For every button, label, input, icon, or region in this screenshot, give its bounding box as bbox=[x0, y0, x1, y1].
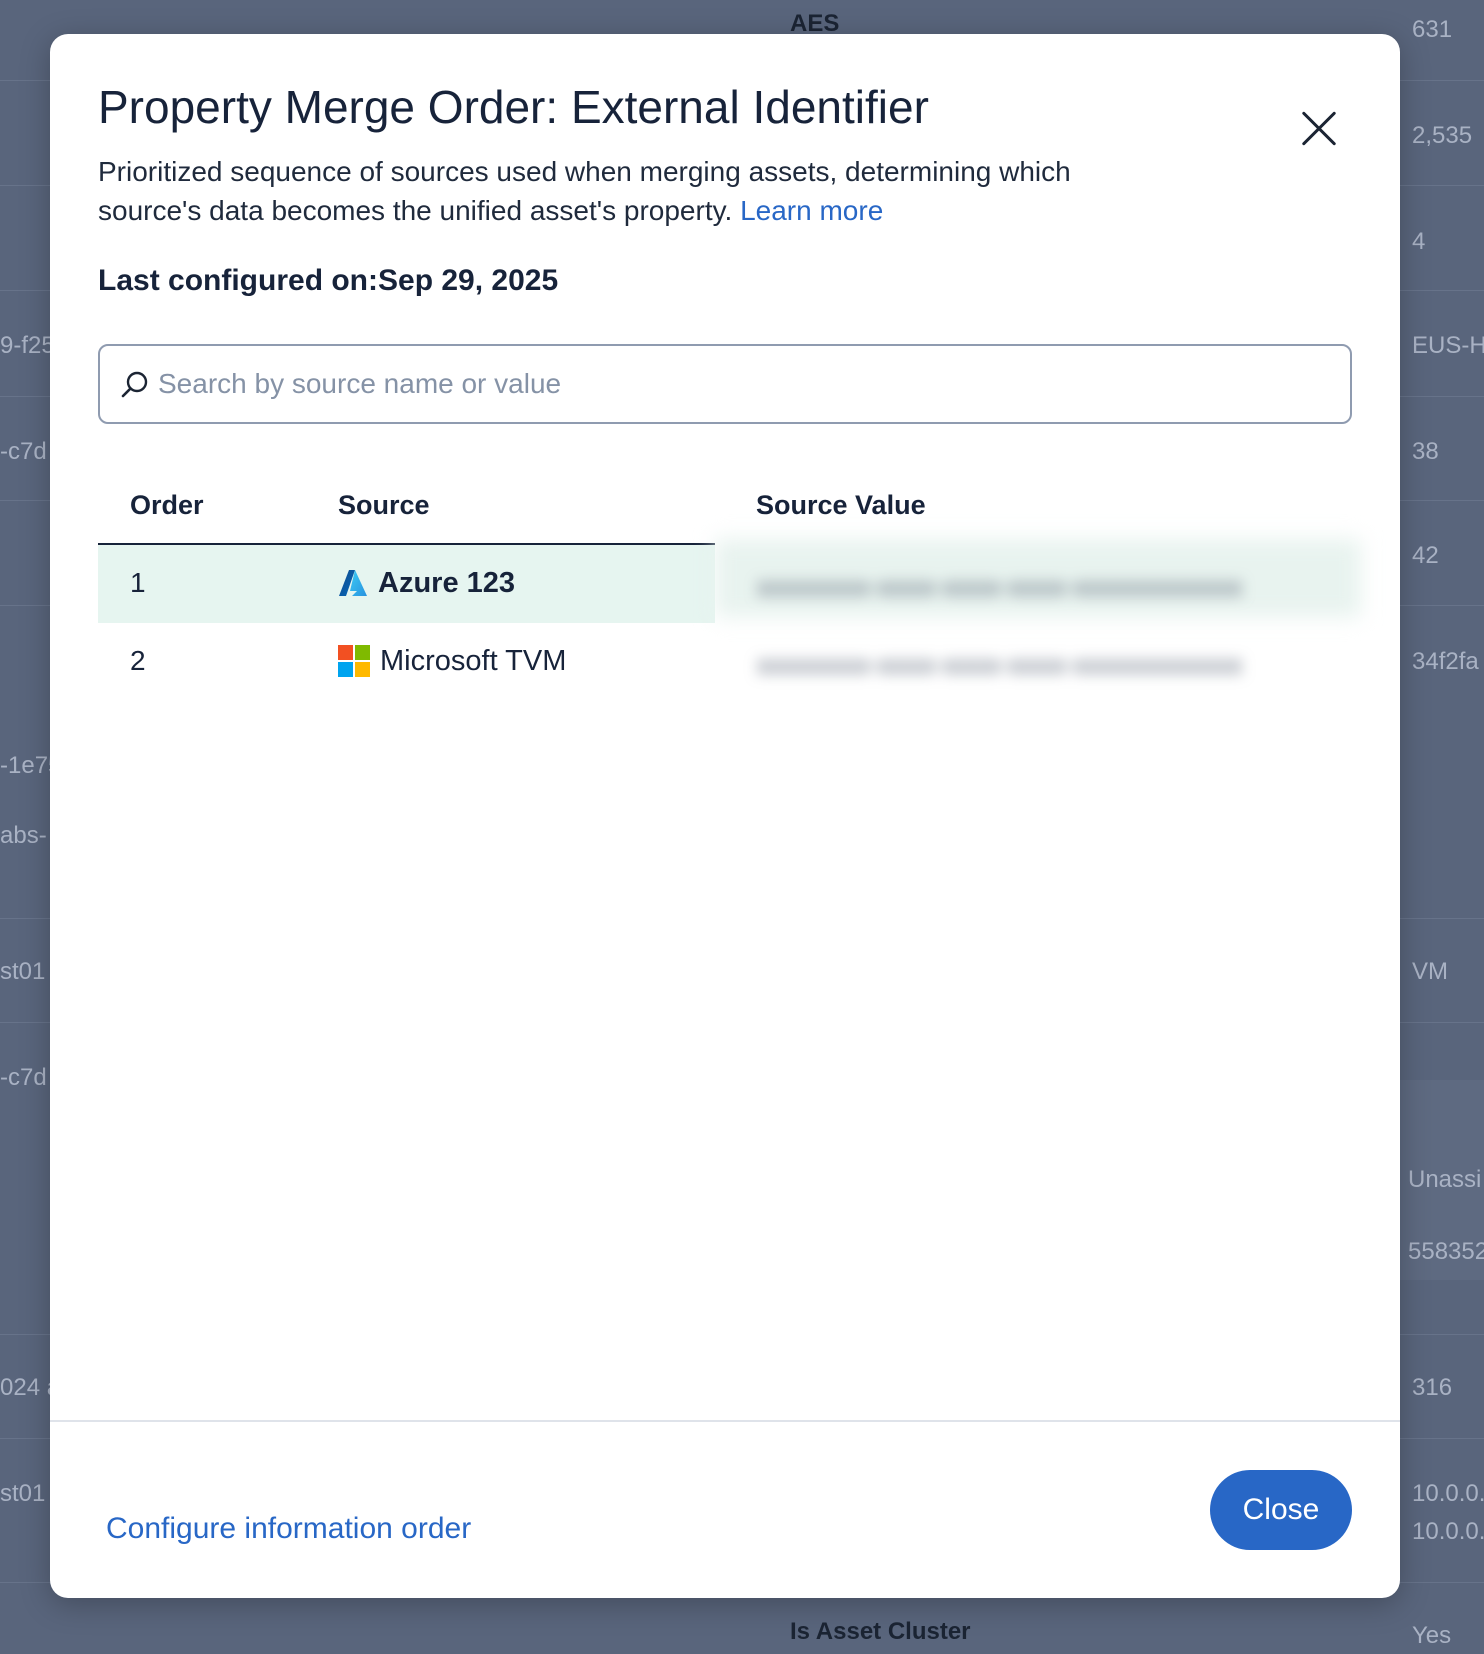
bg-cell: 38 bbox=[1412, 438, 1439, 465]
bg-cell: 4 bbox=[1412, 228, 1426, 255]
row-source: Microsoft TVM bbox=[338, 641, 566, 681]
row-value: xxxxxxxx-xxxx-xxxx-xxxx-xxxxxxxxxxxx bbox=[715, 623, 1361, 701]
row-value: xxxxxxxx-xxxx-xxxx-xxxx-xxxxxxxxxxxx bbox=[715, 545, 1361, 623]
row-order: 1 bbox=[130, 567, 146, 598]
bg-cell: -c7d bbox=[0, 1064, 47, 1091]
row-order: 2 bbox=[130, 645, 146, 676]
last-configured-date: Sep 29, 2025 bbox=[378, 264, 559, 297]
bg-column-header: Is Asset Cluster bbox=[790, 1618, 971, 1645]
footer-divider bbox=[50, 1420, 1400, 1422]
search-input[interactable] bbox=[158, 346, 1338, 422]
last-configured-label: Last configured on: bbox=[98, 264, 378, 297]
bg-cell: 10.0.0. bbox=[1412, 1480, 1484, 1507]
close-button[interactable]: Close bbox=[1210, 1470, 1352, 1550]
source-name: Microsoft TVM bbox=[380, 644, 567, 677]
bg-cell: abs- bbox=[0, 822, 47, 849]
microsoft-icon bbox=[338, 645, 370, 677]
bg-cell: 2,535 bbox=[1412, 122, 1473, 149]
bg-cell: 9-f25 bbox=[0, 332, 55, 359]
search-box bbox=[98, 344, 1352, 424]
bg-cell: -c7d bbox=[0, 438, 47, 465]
bg-cell: st01 bbox=[0, 958, 46, 985]
dialog-title: Property Merge Order: External Identifie… bbox=[98, 81, 929, 133]
source-name: Azure 123 bbox=[378, 566, 516, 599]
table-row[interactable]: 1 Azure 123 bbox=[98, 545, 715, 623]
bg-cell: 316 bbox=[1412, 1374, 1453, 1401]
search-icon bbox=[121, 371, 148, 398]
table-row[interactable]: 2 Microsoft TVM bbox=[98, 623, 715, 701]
column-header-source[interactable]: Source bbox=[338, 490, 430, 521]
configure-information-order-link[interactable]: Configure information order bbox=[106, 1512, 471, 1546]
bg-cell: Yes bbox=[1412, 1622, 1452, 1649]
bg-cell: 558352 bbox=[1408, 1238, 1484, 1265]
bg-cell: Unassi bbox=[1408, 1166, 1482, 1193]
column-header-source-value[interactable]: Source Value bbox=[756, 490, 926, 521]
source-value-redacted: xxxxxxxx-xxxx-xxxx-xxxx-xxxxxxxxxxxx bbox=[757, 571, 1243, 602]
dialog-description: Prioritized sequence of sources used whe… bbox=[98, 152, 1178, 230]
bg-cell: VM bbox=[1412, 958, 1448, 985]
bg-cell: EUS-H bbox=[1412, 332, 1484, 359]
close-icon[interactable] bbox=[1292, 102, 1346, 156]
merge-order-dialog: Property Merge Order: External Identifie… bbox=[50, 34, 1400, 1598]
bg-cell: 34f2fa bbox=[1412, 648, 1479, 675]
bg-cell: 10.0.0. bbox=[1412, 1518, 1484, 1545]
source-value-redacted: xxxxxxxx-xxxx-xxxx-xxxx-xxxxxxxxxxxx bbox=[757, 649, 1243, 680]
bg-cell: st01 bbox=[0, 1480, 46, 1507]
last-configured: Last configured on:Sep 29, 2025 bbox=[98, 264, 558, 298]
azure-icon bbox=[339, 570, 367, 596]
bg-cell: 42 bbox=[1412, 542, 1439, 569]
row-source: Azure 123 bbox=[338, 563, 515, 603]
description-text: Prioritized sequence of sources used whe… bbox=[98, 156, 1071, 226]
learn-more-link[interactable]: Learn more bbox=[740, 195, 883, 226]
column-header-order[interactable]: Order bbox=[130, 490, 204, 521]
bg-cell: 631 bbox=[1412, 16, 1453, 43]
bg-column-header: AES bbox=[790, 10, 840, 37]
